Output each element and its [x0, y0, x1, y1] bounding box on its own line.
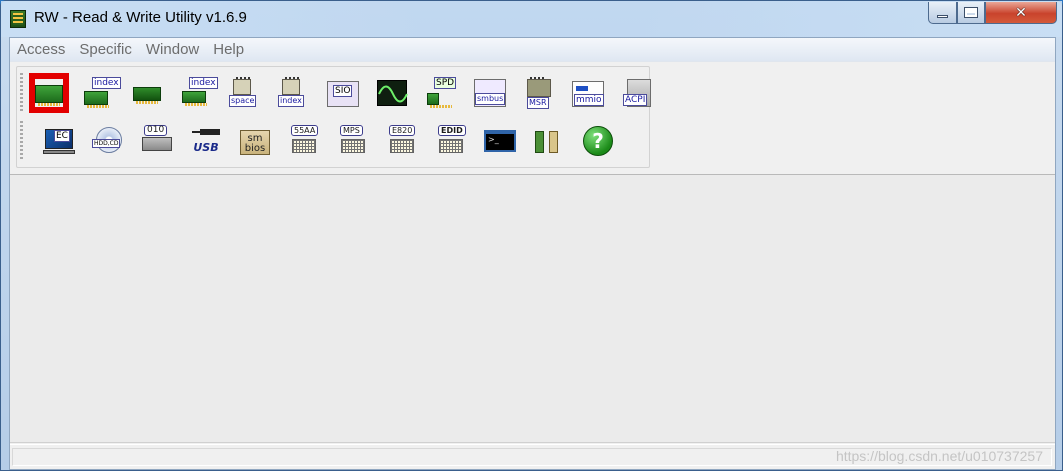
command-button[interactable] [480, 121, 520, 161]
maximize-button[interactable] [957, 2, 985, 24]
io-space-icon: space [229, 77, 261, 109]
slots-icon [533, 125, 565, 157]
usb-icon: USB [190, 125, 222, 157]
sio-button[interactable]: SIO [323, 73, 363, 113]
ec-button[interactable]: EC [39, 121, 79, 161]
msr-button[interactable]: MSR [519, 73, 559, 113]
close-icon: ✕ [1015, 4, 1027, 21]
client-area: Access Specific Window Help index index … [9, 37, 1056, 470]
io-index-button[interactable]: index [274, 73, 314, 113]
oscilloscope-button[interactable] [372, 73, 412, 113]
minimize-button[interactable] [928, 2, 957, 24]
rom-55aa-icon: 55AA [288, 125, 320, 157]
devices-button[interactable] [529, 121, 569, 161]
memory-button[interactable] [127, 73, 167, 113]
smbios-button[interactable]: sm bios [235, 121, 275, 161]
hdd-cd-button[interactable]: HDD,CD [88, 121, 128, 161]
spd-icon: SPD [425, 77, 457, 109]
question-icon: ? [582, 125, 614, 157]
edid-icon: EDID [435, 125, 467, 157]
smbus-icon: smbus [474, 77, 506, 109]
menu-help[interactable]: Help [206, 39, 251, 61]
watermark: https://blog.csdn.net/u010737257 [835, 448, 1043, 464]
spd-button[interactable]: SPD [421, 73, 461, 113]
smbios-icon: sm bios [239, 125, 271, 157]
toolbar-grip-icon[interactable] [20, 73, 23, 111]
edid-button[interactable]: EDID [431, 121, 471, 161]
usb-button[interactable]: USB [186, 121, 226, 161]
e820-icon: E820 [386, 125, 418, 157]
minimize-icon [937, 15, 948, 18]
mmio-icon: mmio [572, 77, 604, 109]
menu-window[interactable]: Window [139, 39, 206, 61]
memory-index-button[interactable]: index [176, 73, 218, 113]
io-index-icon: index [278, 77, 310, 109]
hdd-cd-icon: HDD,CD [92, 125, 124, 157]
memory-index-icon: index [180, 77, 218, 109]
smbus-button[interactable]: smbus [470, 73, 510, 113]
menu-bar: Access Specific Window Help [10, 38, 1055, 62]
status-bar: https://blog.csdn.net/u010737257 [10, 444, 1055, 469]
mps-button[interactable]: MPS [333, 121, 373, 161]
terminal-icon [484, 125, 516, 157]
help-button[interactable]: ? [578, 121, 618, 161]
superio-icon: SIO [327, 77, 359, 109]
app-icon[interactable] [10, 10, 26, 28]
memory-module-icon [131, 77, 163, 109]
io-space-button[interactable]: space [225, 73, 265, 113]
disk-sector-icon: 010 [141, 125, 173, 157]
title-bar[interactable]: RW - Read & Write Utility v1.6.9 [1, 1, 1062, 37]
menu-specific[interactable]: Specific [72, 39, 139, 61]
menu-access[interactable]: Access [10, 39, 72, 61]
window-title: RW - Read & Write Utility v1.6.9 [34, 9, 247, 26]
rom-55aa-button[interactable]: 55AA [284, 121, 324, 161]
embedded-controller-icon: EC [43, 125, 75, 157]
cpu-msr-icon: MSR [523, 77, 555, 109]
pci-index-icon: index [82, 77, 121, 109]
mps-table-icon: MPS [337, 125, 369, 157]
pci-index-button[interactable]: index [78, 73, 121, 113]
app-window: RW - Read & Write Utility v1.6.9 ✕ Acces… [0, 0, 1063, 471]
maximize-icon [964, 7, 978, 18]
oscilloscope-icon [376, 77, 408, 109]
pci-board-icon [33, 77, 65, 109]
disk-sector-button[interactable]: 010 [137, 121, 177, 161]
e820-button[interactable]: E820 [382, 121, 422, 161]
toolbar: index index space index SIO SPD smbus MS… [16, 66, 651, 168]
close-button[interactable]: ✕ [985, 2, 1057, 24]
pci-button[interactable] [29, 73, 69, 113]
acpi-button[interactable]: ACPI [617, 73, 657, 113]
mmio-button[interactable]: mmio [568, 73, 608, 113]
mdi-workspace[interactable] [10, 174, 1055, 443]
acpi-icon: ACPI [621, 77, 653, 109]
toolbar-grip-icon[interactable] [20, 121, 23, 159]
